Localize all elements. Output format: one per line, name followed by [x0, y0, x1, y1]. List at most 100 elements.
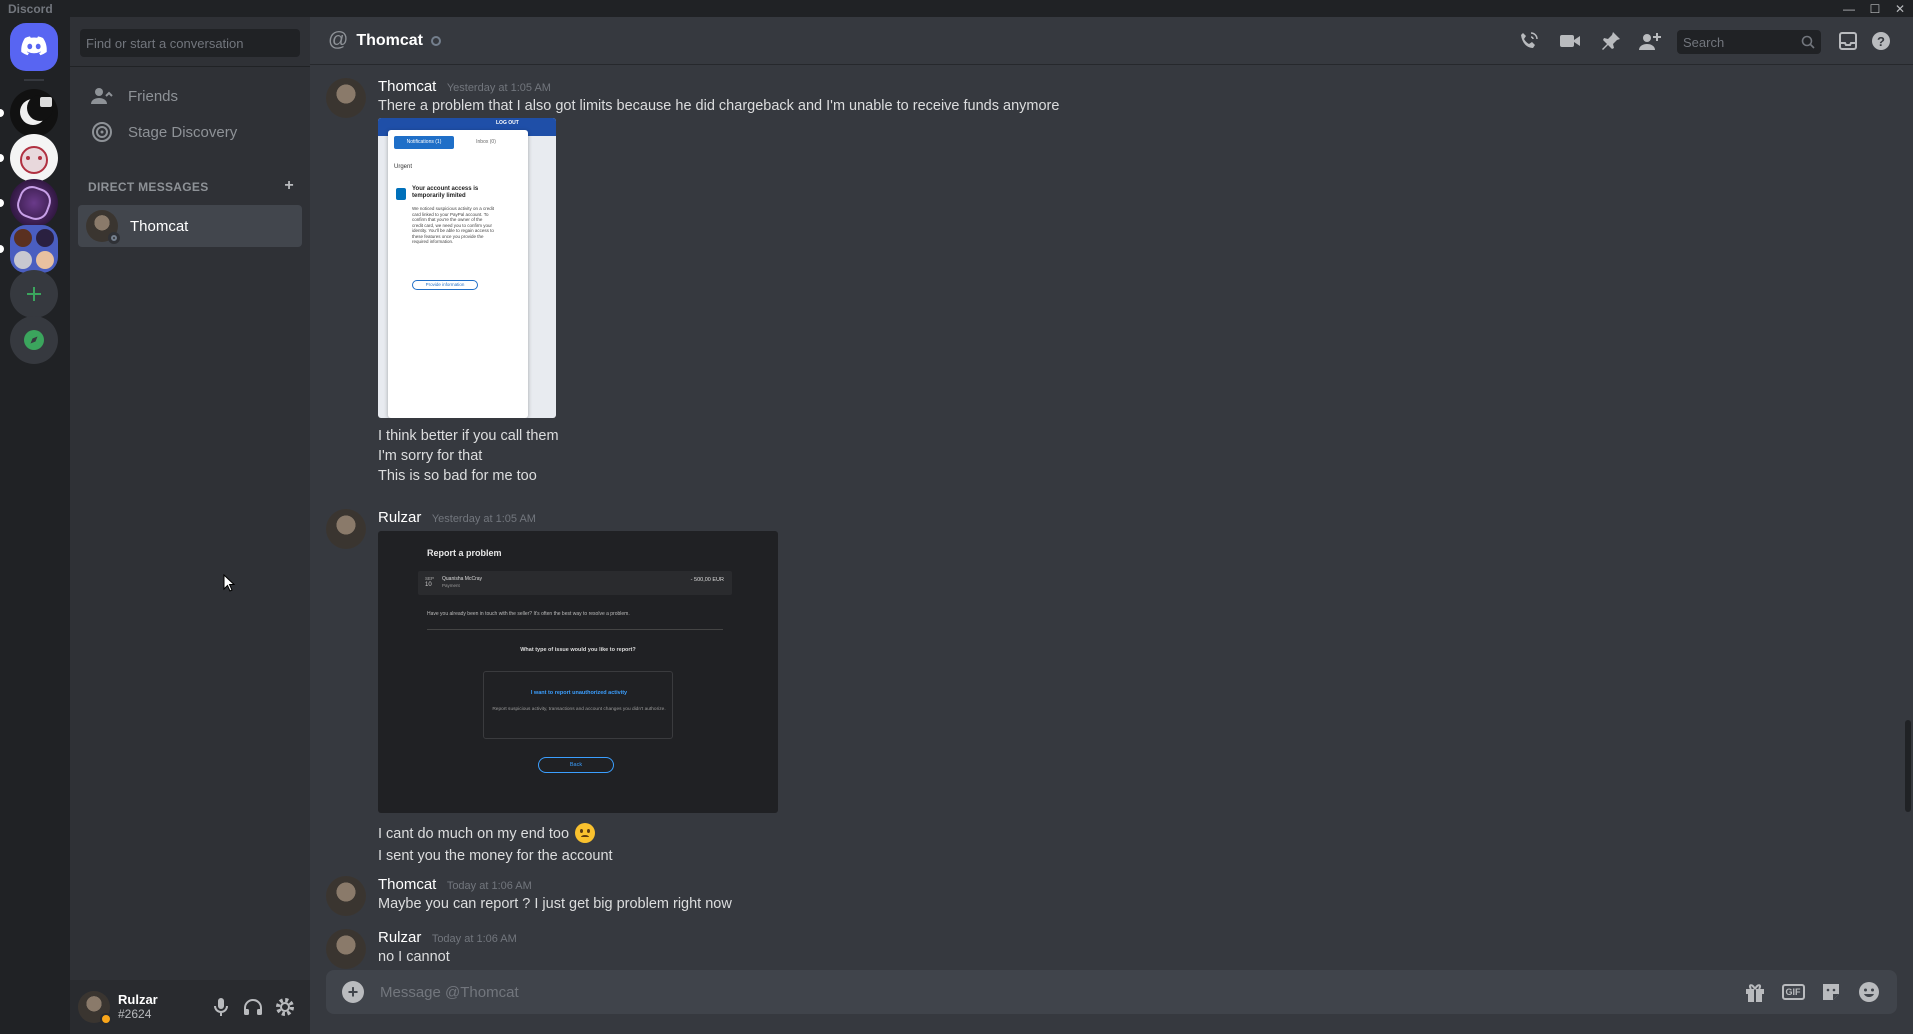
- message-author[interactable]: Thomcat: [378, 876, 436, 893]
- close-window-button[interactable]: ✕: [1886, 0, 1913, 17]
- mouse-cursor-icon: [223, 574, 235, 592]
- attachment-text: I want to report unauthorized activity: [530, 690, 628, 696]
- avatar: [86, 210, 120, 244]
- attachment-text: 10: [425, 582, 432, 588]
- user-avatar[interactable]: [78, 991, 112, 1025]
- attachment-text: We noticed suspicious activity on a cred…: [412, 206, 494, 244]
- attachment-text: Report suspicious activity, transactions…: [492, 707, 666, 712]
- attachment-text: Provide information: [412, 280, 478, 290]
- server-fox[interactable]: [10, 134, 58, 182]
- title-bar: Discord — ☐ ✕: [0, 0, 1913, 17]
- unread-pill: [0, 109, 4, 117]
- help-button[interactable]: ?: [1869, 29, 1893, 53]
- add-user-icon: [1639, 33, 1661, 50]
- gear-icon: [276, 998, 294, 1016]
- stage-icon: [90, 120, 114, 144]
- attachment-text: - 500,00 EUR: [690, 577, 724, 583]
- video-camera-icon: [1560, 35, 1580, 47]
- message-text: I sent you the money for the account: [378, 848, 613, 864]
- deafen-button[interactable]: [240, 994, 266, 1020]
- maximize-button[interactable]: ☐: [1861, 0, 1889, 17]
- inbox-button[interactable]: [1836, 29, 1860, 53]
- stage-discovery-nav-item[interactable]: Stage Discovery: [78, 111, 302, 153]
- message-author[interactable]: Rulzar: [378, 509, 421, 526]
- message-composer: + GIF: [326, 970, 1897, 1014]
- message-text: There a problem that I also got limits b…: [378, 98, 1060, 114]
- add-server-button[interactable]: [10, 270, 58, 318]
- emoji-button[interactable]: [1853, 976, 1885, 1008]
- attachment-text: Your account access is temporarily limit…: [412, 186, 479, 199]
- smiley-emoji-icon: [1859, 982, 1879, 1002]
- gif-button[interactable]: GIF: [1777, 976, 1809, 1008]
- explore-servers-button[interactable]: [10, 316, 58, 364]
- user-panel: Rulzar #2624: [70, 980, 310, 1034]
- message-author[interactable]: Rulzar: [378, 929, 421, 946]
- offline-status-icon: [430, 35, 441, 46]
- username: Rulzar: [118, 992, 158, 1007]
- user-settings-button[interactable]: [272, 994, 298, 1020]
- author-avatar[interactable]: [326, 929, 366, 969]
- message-author[interactable]: Thomcat: [378, 78, 436, 95]
- phone-call-icon: [1521, 32, 1538, 48]
- dm-sidebar: Find or start a conversation Friends Sta…: [70, 17, 310, 1034]
- message-timestamp: Today at 1:06 AM: [446, 880, 532, 892]
- attachment-text: Report a problem: [427, 548, 502, 558]
- gift-icon: [1746, 984, 1764, 1002]
- unread-pill: [0, 154, 4, 162]
- svg-text:?: ?: [1877, 34, 1885, 49]
- message-list: Thomcat Yesterday at 1:05 AM There a pro…: [310, 66, 1905, 969]
- create-dm-plus-icon[interactable]: +: [284, 178, 294, 194]
- divider: [70, 66, 310, 67]
- sticker-button[interactable]: [1815, 976, 1847, 1008]
- friends-label: Friends: [128, 87, 179, 105]
- add-friends-to-dm-button[interactable]: [1638, 29, 1662, 53]
- server-purple[interactable]: [10, 179, 58, 227]
- friends-icon: [90, 84, 114, 108]
- headphones-icon: [244, 999, 262, 1015]
- author-avatar[interactable]: [326, 78, 366, 118]
- start-voice-call-button[interactable]: [1517, 29, 1541, 53]
- pin-icon: [1602, 32, 1620, 50]
- help-icon: ?: [1872, 32, 1890, 50]
- message-text: I'm sorry for that: [378, 448, 483, 464]
- stage-discovery-label: Stage Discovery: [128, 123, 238, 141]
- search-input[interactable]: Search: [1677, 30, 1821, 54]
- upload-plus-icon[interactable]: +: [342, 981, 364, 1003]
- message-text: I think better if you call them: [378, 428, 559, 444]
- app-name: Discord: [8, 2, 53, 16]
- attachment-text: Have you already been in touch with the …: [427, 611, 630, 617]
- attachment-text: What type of issue would you like to rep…: [520, 647, 636, 653]
- gif-icon: GIF: [1781, 984, 1805, 1000]
- mute-button[interactable]: [208, 994, 234, 1020]
- microphone-icon: [214, 998, 228, 1016]
- attachment-text: Payment: [442, 583, 460, 588]
- image-attachment[interactable]: LOG OUT Notifications (1) Inbox (0) Urge…: [378, 118, 556, 418]
- message-scrollbar[interactable]: [1905, 720, 1911, 812]
- pinned-messages-button[interactable]: [1599, 29, 1623, 53]
- attachment-text: Urgent: [394, 164, 413, 170]
- search-placeholder: Search: [1683, 35, 1725, 50]
- minimize-button[interactable]: —: [1835, 0, 1863, 17]
- server-moon[interactable]: [10, 89, 58, 137]
- author-avatar[interactable]: [326, 876, 366, 916]
- image-attachment[interactable]: Report a problem SEP 10 Quanisha McCray …: [378, 531, 778, 813]
- worried-emoji-icon: [575, 823, 596, 843]
- chat-title: Thomcat: [356, 31, 423, 49]
- dm-item-thomcat[interactable]: Thomcat: [78, 205, 302, 247]
- message-input[interactable]: [380, 983, 1739, 1001]
- start-video-call-button[interactable]: [1558, 29, 1582, 53]
- message-timestamp: Yesterday at 1:05 AM: [446, 82, 551, 94]
- message-text: no I cannot: [378, 949, 450, 965]
- attachment-text: SEP: [425, 576, 435, 581]
- gift-button[interactable]: [1739, 976, 1771, 1008]
- find-conversation-input[interactable]: Find or start a conversation: [80, 29, 300, 57]
- message-text-content: I cant do much on my end too: [378, 826, 570, 842]
- server-group[interactable]: [10, 225, 58, 273]
- message-text: I cant do much on my end too: [378, 823, 596, 843]
- attachment-text: Quanisha McCray: [442, 576, 483, 582]
- home-button[interactable]: [10, 23, 58, 71]
- chat-header: @ Thomcat Search ?: [310, 17, 1913, 65]
- server-list: [0, 17, 70, 1034]
- author-avatar[interactable]: [326, 509, 366, 549]
- attachment-text: Back: [538, 757, 614, 773]
